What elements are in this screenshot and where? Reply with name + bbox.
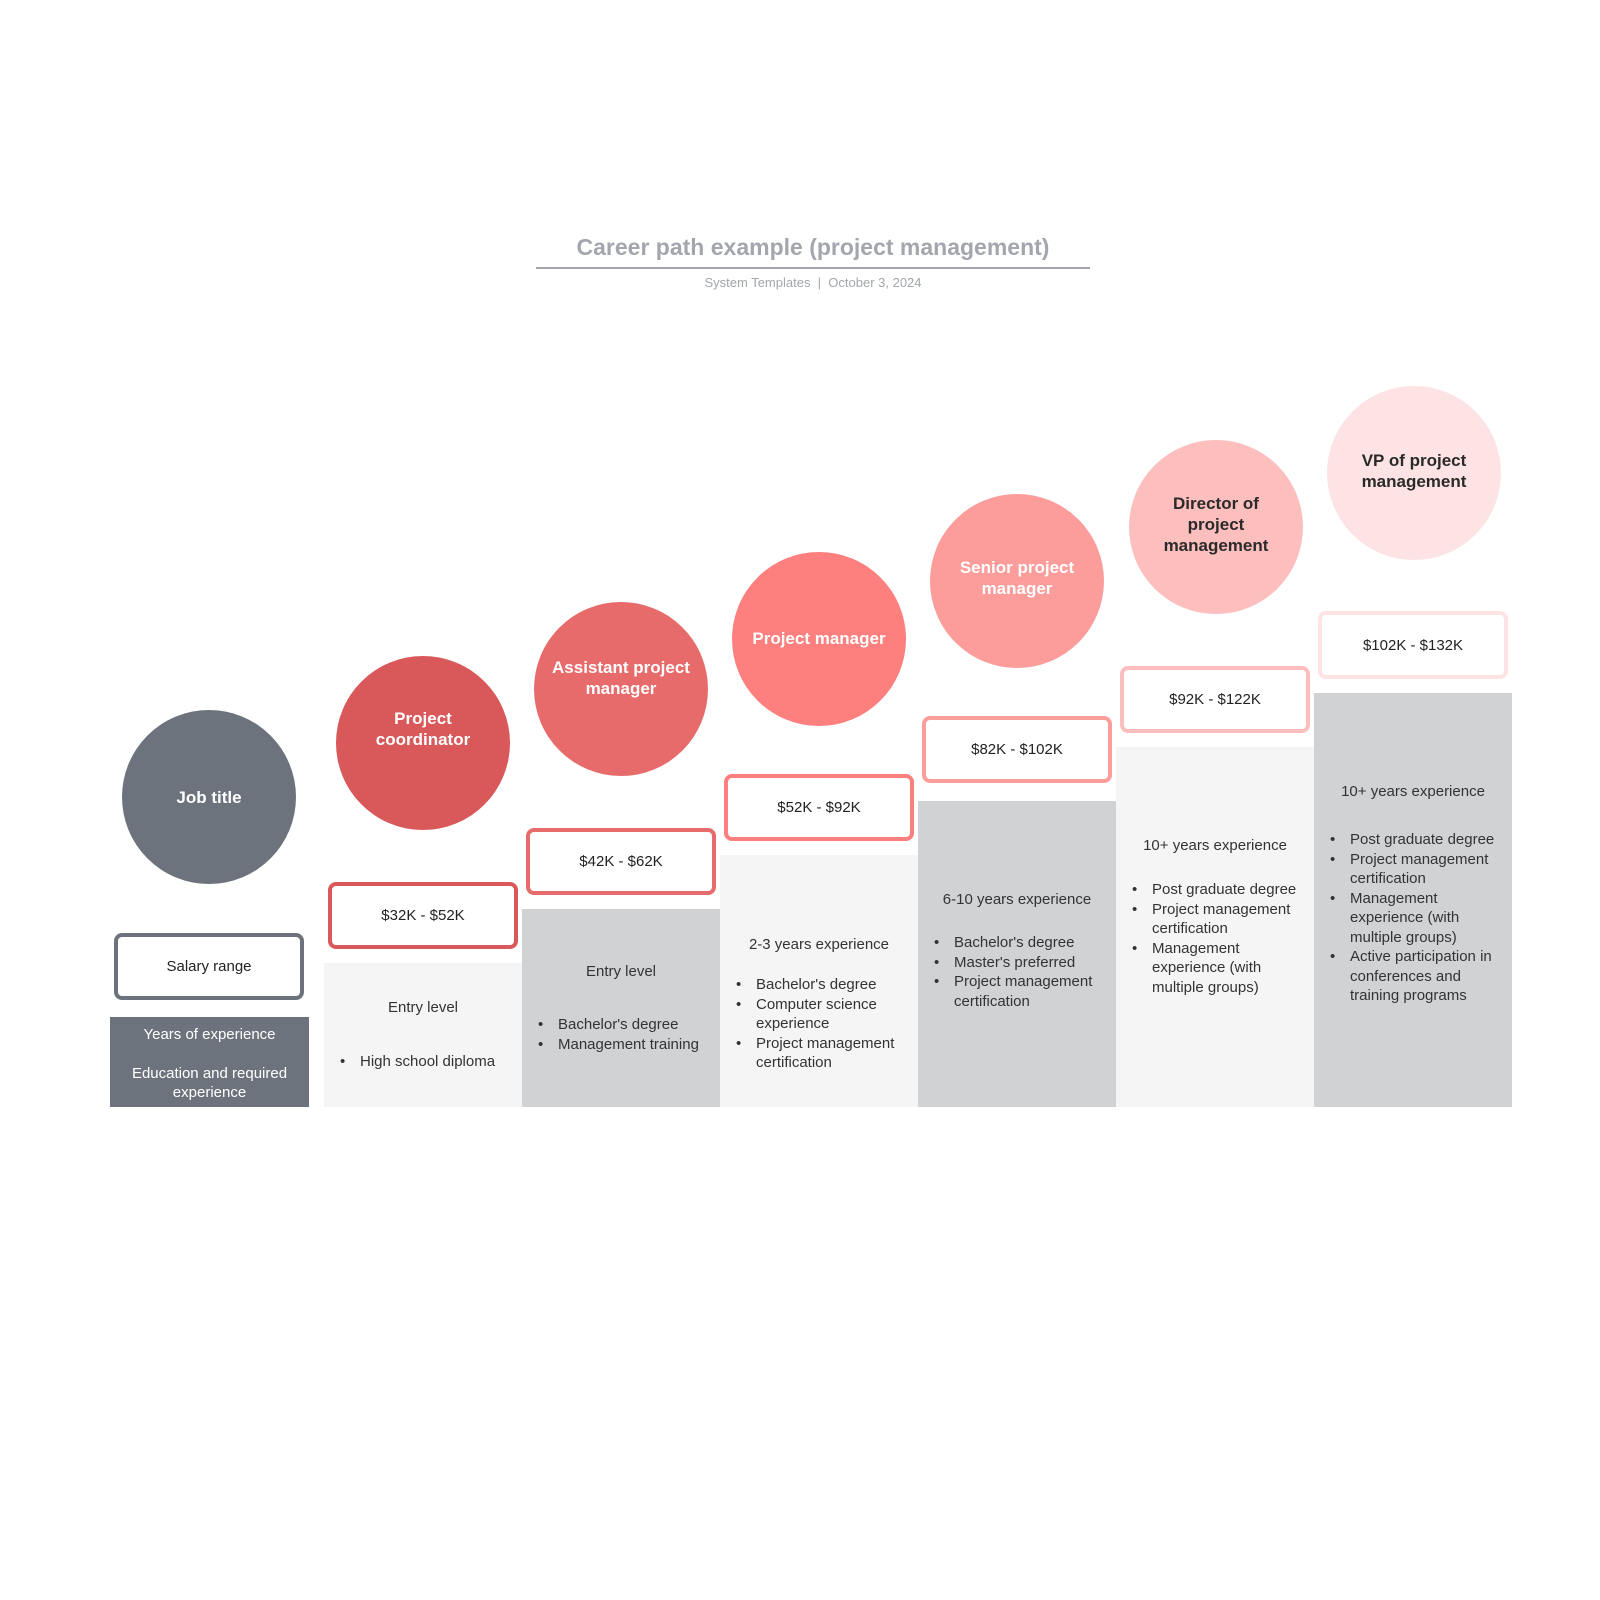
level-5-salary-box: $92K - $122K bbox=[1120, 666, 1310, 733]
level-6-details-block: 10+ years experience Post graduate degre… bbox=[1314, 693, 1512, 1107]
level-2-title: Assistant project manager bbox=[552, 658, 690, 698]
education-item: High school diploma bbox=[338, 1052, 514, 1072]
page-title: Career path example (project management) bbox=[576, 234, 1050, 260]
level-3-circle: Project manager bbox=[732, 552, 906, 726]
legend-job-title: Job title bbox=[176, 787, 242, 807]
education-item: Post graduate degree bbox=[1328, 830, 1504, 850]
education-item: Computer science experience bbox=[734, 995, 910, 1034]
level-3-experience: 2-3 years experience bbox=[748, 936, 890, 953]
legend-details-block: Years of experience Education and requir… bbox=[110, 1017, 309, 1107]
level-3-details-block: 2-3 years experience Bachelor's degreeCo… bbox=[720, 855, 918, 1107]
education-item: Project management certification bbox=[1328, 850, 1504, 889]
level-4-education-list: Bachelor's degreeMaster's preferredProje… bbox=[932, 933, 1108, 1011]
level-3-education-list: Bachelor's degreeComputer science experi… bbox=[734, 975, 910, 1073]
education-item: Bachelor's degree bbox=[734, 975, 910, 995]
legend-job-title-circle: Job title bbox=[122, 710, 296, 884]
level-6-title: VP of project management bbox=[1361, 450, 1467, 491]
level-4-circle: Senior project manager bbox=[930, 494, 1104, 668]
level-4-title: Senior project manager bbox=[959, 558, 1075, 598]
education-item: Bachelor's degree bbox=[932, 933, 1108, 953]
level-1-education-list: High school diploma bbox=[338, 1052, 514, 1072]
education-item: Post graduate degree bbox=[1130, 880, 1306, 900]
legend-education-label: Education and required experience bbox=[131, 1064, 288, 1102]
level-4-experience: 6-10 years experience bbox=[942, 891, 1092, 908]
level-1-details-block: Entry level High school diploma bbox=[324, 963, 522, 1107]
level-3-title: Project manager bbox=[752, 628, 886, 648]
level-1-salary: $32K - $52K bbox=[381, 907, 465, 924]
education-item: Project management certification bbox=[932, 972, 1108, 1011]
level-2-salary: $42K - $62K bbox=[579, 853, 663, 870]
page-subtitle: System Templates | October 3, 2024 bbox=[704, 275, 922, 290]
level-6-salary: $102K - $132K bbox=[1362, 636, 1464, 654]
education-item: Project management certification bbox=[1130, 900, 1306, 939]
education-item: Project management certification bbox=[734, 1034, 910, 1073]
legend-salary-label: Salary range bbox=[166, 958, 252, 975]
level-6-education-list: Post graduate degreeProject management c… bbox=[1328, 830, 1504, 1006]
level-3-salary: $52K - $92K bbox=[777, 799, 861, 816]
education-item: Management experience (with multiple gro… bbox=[1130, 939, 1306, 998]
level-4-details-block: 6-10 years experience Bachelor's degreeM… bbox=[918, 801, 1116, 1107]
education-item: Management training bbox=[536, 1035, 712, 1055]
title-divider bbox=[536, 267, 1090, 269]
level-5-title: Director of project management bbox=[1163, 493, 1269, 555]
education-item: Bachelor's degree bbox=[536, 1015, 712, 1035]
level-4-salary-box: $82K - $102K bbox=[922, 716, 1112, 783]
level-6-experience: 10+ years experience bbox=[1341, 783, 1485, 800]
level-3-salary-box: $52K - $92K bbox=[724, 774, 914, 841]
level-6-salary-box: $102K - $132K bbox=[1318, 611, 1508, 679]
legend-salary-box: Salary range bbox=[114, 933, 304, 1000]
level-2-salary-box: $42K - $62K bbox=[526, 828, 716, 895]
level-5-details-block: 10+ years experience Post graduate degre… bbox=[1116, 747, 1314, 1107]
level-2-details-block: Entry level Bachelor's degreeManagement … bbox=[522, 909, 720, 1107]
level-4-salary: $82K - $102K bbox=[971, 741, 1063, 758]
level-5-experience: 10+ years experience bbox=[1143, 837, 1287, 854]
education-item: Active participation in conferences and … bbox=[1328, 947, 1504, 1006]
level-5-salary: $92K - $122K bbox=[1169, 691, 1261, 708]
level-2-circle: Assistant project manager bbox=[534, 602, 708, 776]
education-item: Master's preferred bbox=[932, 953, 1108, 973]
level-1-experience: Entry level bbox=[387, 999, 459, 1016]
level-2-experience: Entry level bbox=[585, 963, 657, 980]
level-5-education-list: Post graduate degreeProject management c… bbox=[1130, 880, 1306, 997]
legend-years-label: Years of experience bbox=[143, 1026, 276, 1043]
level-1-circle: Project coordinator bbox=[336, 656, 510, 830]
level-5-circle: Director of project management bbox=[1129, 440, 1303, 614]
level-6-circle: VP of project management bbox=[1327, 386, 1501, 560]
education-item: Management experience (with multiple gro… bbox=[1328, 889, 1504, 948]
level-1-salary-box: $32K - $52K bbox=[328, 882, 518, 949]
level-2-education-list: Bachelor's degreeManagement training bbox=[536, 1015, 712, 1054]
level-1-title: Project coordinator bbox=[375, 709, 471, 749]
